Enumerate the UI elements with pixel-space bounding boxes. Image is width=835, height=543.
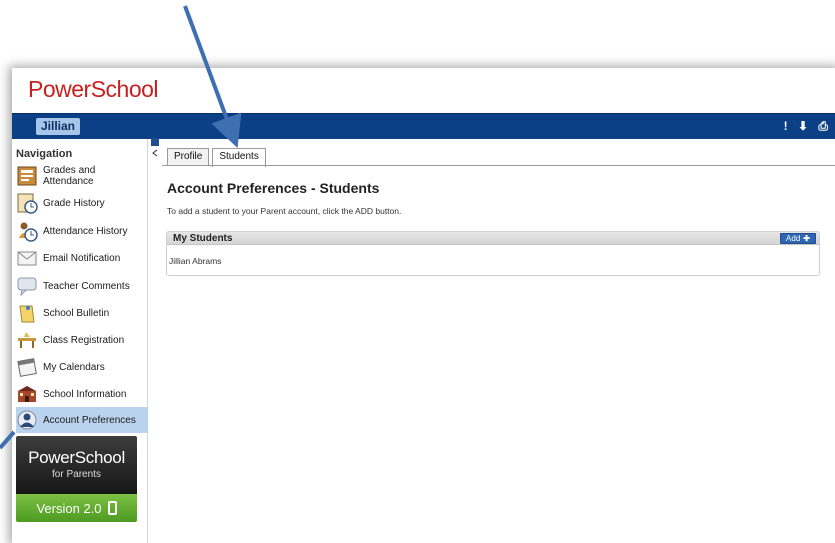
alert-icon[interactable]: ! [784, 119, 788, 133]
sidebar: Navigation Grades and Attendance Grade H… [12, 139, 148, 543]
sidebar-item-label: Teacher Comments [43, 280, 130, 292]
sidebar-item-grades-attendance[interactable]: Grades and Attendance [16, 163, 148, 189]
print-icon[interactable]: ⎙ [818, 119, 828, 133]
sidebar-item-label: Attendance History [43, 225, 128, 237]
navigation-title: Navigation [16, 148, 73, 160]
sidebar-item-account-preferences[interactable]: Account Preferences [16, 407, 148, 433]
email-icon [16, 247, 38, 269]
school-icon [16, 383, 38, 405]
tab-divider [162, 165, 835, 166]
sidebar-item-school-information[interactable]: School Information [16, 381, 148, 407]
sidebar-item-label: Grades and Attendance [43, 165, 96, 187]
sidebar-item-school-bulletin[interactable]: School Bulletin [16, 300, 148, 326]
my-students-header: My Students Add ✚ [167, 232, 819, 245]
tab-profile[interactable]: Profile [167, 148, 210, 166]
bulletin-icon [16, 302, 38, 324]
promo-version: Version 2.0 [36, 500, 102, 516]
sidebar-item-label: School Information [43, 388, 127, 400]
class-registration-icon [16, 329, 38, 351]
sidebar-item-label: Grade History [43, 197, 105, 209]
sidebar-item-class-registration[interactable]: Class Registration [16, 327, 148, 353]
page-title: Account Preferences - Students [167, 180, 380, 196]
logo-bar: PowerSchool [12, 68, 835, 113]
instructions-text: To add a student to your Parent account,… [167, 206, 402, 216]
comments-icon [16, 275, 38, 297]
plus-icon: ✚ [803, 234, 810, 243]
grade-history-icon [16, 192, 38, 214]
browser-window: PowerSchool Jillian ! ⬇ ⎙ Navigation Gra… [12, 68, 835, 543]
top-nav-bar: Jillian ! ⬇ ⎙ [12, 113, 835, 139]
tab-bar: Profile Students [167, 148, 269, 167]
sidebar-item-label: Account Preferences [43, 414, 136, 426]
add-student-button[interactable]: Add ✚ [780, 233, 816, 244]
my-students-title: My Students [173, 233, 233, 244]
download-icon[interactable]: ⬇ [798, 119, 808, 133]
my-students-panel: My Students Add ✚ Jillian Abrams [166, 231, 820, 276]
sidebar-item-attendance-history[interactable]: Attendance History [16, 218, 148, 244]
powerschool-parents-promo[interactable]: PowerSchool for Parents Version 2.0 [16, 436, 137, 522]
calendar-icon [16, 356, 38, 378]
sidebar-item-email-notification[interactable]: Email Notification [16, 245, 148, 271]
sidebar-item-label: School Bulletin [43, 307, 110, 319]
collapse-sidebar-handle[interactable] [151, 138, 160, 160]
powerschool-logo[interactable]: PowerSchool [28, 76, 159, 103]
promo-subtitle: for Parents [52, 469, 101, 480]
sidebar-item-my-calendars[interactable]: My Calendars [16, 354, 148, 380]
grades-icon [16, 165, 38, 187]
attendance-history-icon [16, 220, 38, 242]
add-button-label: Add [786, 234, 801, 243]
promo-brand: PowerSchool [28, 448, 125, 467]
promo-brand-area: PowerSchool for Parents [16, 436, 137, 494]
sidebar-item-grade-history[interactable]: Grade History [16, 190, 148, 216]
user-name-badge[interactable]: Jillian [36, 118, 81, 135]
header-icons: ! ⬇ ⎙ [777, 119, 828, 134]
student-row[interactable]: Jillian Abrams [169, 256, 221, 266]
promo-version-bar: Version 2.0 [16, 494, 137, 522]
sidebar-item-teacher-comments[interactable]: Teacher Comments [16, 273, 148, 299]
sidebar-item-label: My Calendars [43, 361, 105, 373]
phone-icon [107, 501, 117, 515]
account-icon [16, 409, 38, 431]
sidebar-item-label: Class Registration [43, 334, 125, 346]
sidebar-item-label: Email Notification [43, 252, 121, 264]
